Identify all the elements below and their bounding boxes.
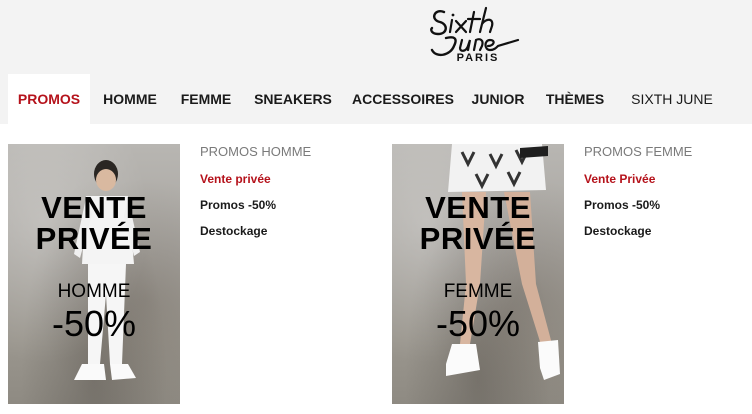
tab-femme[interactable]: FEMME [170,74,242,124]
tab-accessoires[interactable]: ACCESSOIRES [344,74,462,124]
banner-gender: FEMME [443,281,513,302]
banner-discount: -50% [51,303,137,344]
link-promos-50[interactable]: Promos -50% [584,196,692,214]
tab-promos[interactable]: PROMOS [8,74,90,124]
link-destockage[interactable]: Destockage [200,222,311,240]
tab-themes[interactable]: THÈMES [534,74,616,124]
female-model-image [446,144,560,380]
tab-sixth-june[interactable]: SIXTH JUNE [616,74,728,124]
tab-junior[interactable]: JUNIOR [462,74,534,124]
promo-homme-banner[interactable]: VENTE PRIVÉE HOMME -50% [8,144,180,404]
banner-title-line1: VENTE [41,190,147,225]
banner-title-line1: VENTE [425,190,531,225]
main-nav: PROMOS HOMME FEMME SNEAKERS ACCESSOIRES … [8,74,728,124]
banner-discount: -50% [435,303,521,344]
banner-gender: HOMME [57,281,131,302]
link-destockage[interactable]: Destockage [584,222,692,240]
tab-homme[interactable]: HOMME [90,74,170,124]
banner-title-line2: PRIVÉE [35,221,153,256]
brand-city: PARIS [456,52,500,64]
promo-femme-banner[interactable]: VENTE PRIVÉE FEMME -50% [392,144,564,404]
link-vente-privee[interactable]: Vente privée [200,170,311,188]
category-heading[interactable]: PROMOS HOMME [200,144,311,162]
category-heading[interactable]: PROMOS FEMME [584,144,692,162]
banner-title-line2: PRIVÉE [419,221,537,256]
link-vente-privee[interactable]: Vente Privée [584,170,692,188]
promo-homme-menu: PROMOS HOMME Vente privée Promos -50% De… [200,144,311,240]
sixth-june-logo[interactable]: PARIS [418,2,538,72]
promo-femme-menu: PROMOS FEMME Vente Privée Promos -50% De… [584,144,692,240]
tab-sneakers[interactable]: SNEAKERS [242,74,344,124]
site-header: PARIS PROMOS HOMME FEMME SNEAKERS ACCESS… [0,0,752,124]
link-promos-50[interactable]: Promos -50% [200,196,311,214]
